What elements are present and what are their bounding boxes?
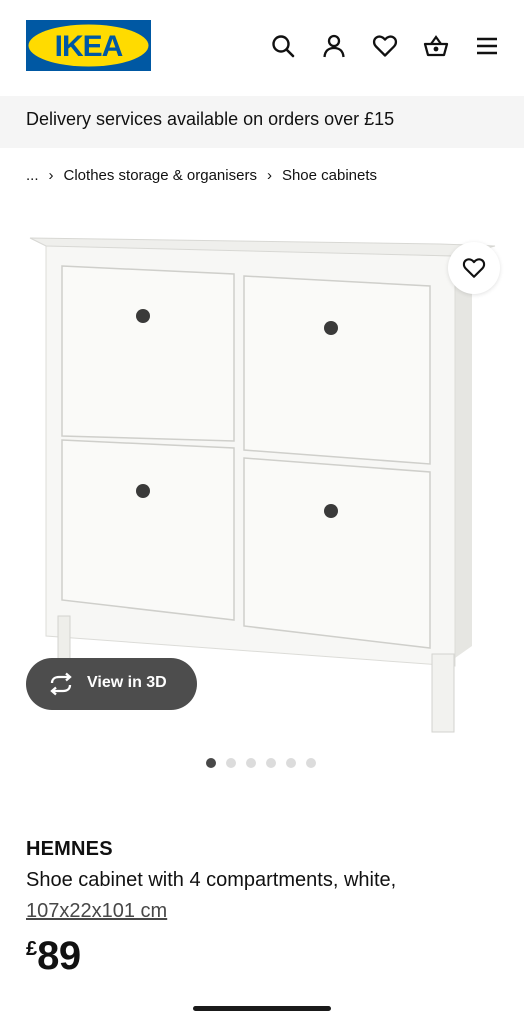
breadcrumb-clothes-storage[interactable]: Clothes storage & organisers [64, 167, 257, 184]
menu-icon[interactable] [474, 33, 500, 59]
heart-icon[interactable] [372, 33, 398, 59]
header: IKEA [0, 0, 524, 96]
carousel-dot[interactable] [206, 758, 216, 768]
ikea-logo[interactable]: IKEA [26, 20, 151, 71]
chevron-right-icon: › [266, 166, 272, 184]
delivery-banner[interactable]: Delivery services available on orders ov… [0, 96, 524, 148]
add-to-favourites-button[interactable] [448, 242, 500, 294]
carousel-dot[interactable] [226, 758, 236, 768]
view-in-3d-label: View in 3D [87, 674, 167, 691]
carousel-dot[interactable] [306, 758, 316, 768]
breadcrumb-shoe-cabinets[interactable]: Shoe cabinets [282, 167, 377, 184]
carousel-dot[interactable] [266, 758, 276, 768]
delivery-banner-text: Delivery services available on orders ov… [26, 109, 395, 129]
chevron-right-icon: › [48, 166, 54, 184]
rotate-icon [50, 672, 72, 696]
logo-text: IKEA [55, 30, 123, 63]
breadcrumb-ellipsis[interactable]: ... [26, 167, 39, 184]
price-amount: 89 [37, 934, 81, 978]
view-in-3d-button[interactable]: View in 3D [26, 658, 197, 710]
carousel-dot[interactable] [246, 758, 256, 768]
price-currency: £ [26, 938, 38, 960]
breadcrumb: ... › Clothes storage & organisers › Sho… [26, 164, 377, 186]
product-description: Shoe cabinet with 4 compartments, white, [26, 869, 397, 891]
basket-icon[interactable] [423, 33, 449, 59]
product-price: £89 [26, 934, 81, 980]
product-name: HEMNES [26, 838, 113, 860]
search-icon[interactable] [270, 33, 296, 59]
home-indicator[interactable] [193, 1006, 331, 1011]
image-carousel-dots [206, 758, 326, 768]
product-size-link[interactable]: 107x22x101 cm [26, 900, 167, 923]
heart-icon [462, 258, 486, 278]
carousel-dot[interactable] [286, 758, 296, 768]
account-icon[interactable] [321, 33, 347, 59]
